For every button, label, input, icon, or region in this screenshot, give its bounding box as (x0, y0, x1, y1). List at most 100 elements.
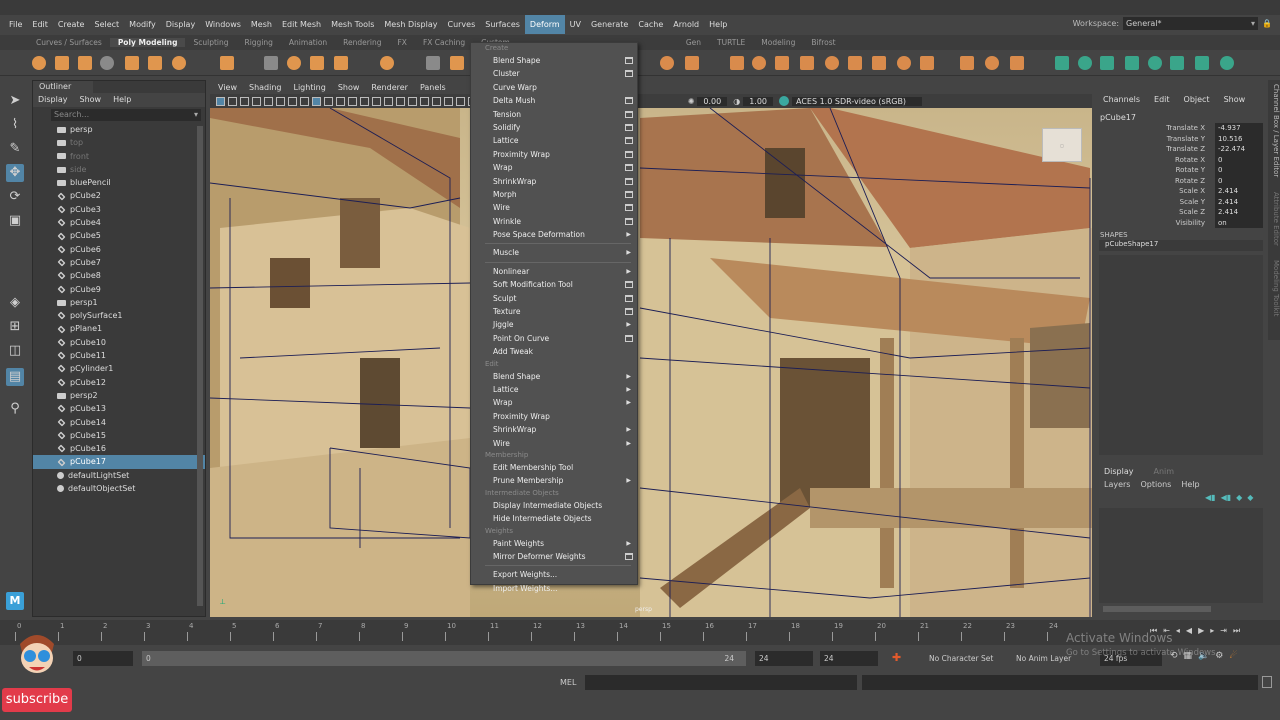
paint-select-icon[interactable]: ✎ (6, 140, 24, 158)
layer-options-icon[interactable]: ◆ (1236, 493, 1242, 502)
run-icon[interactable]: ☄ (1229, 651, 1237, 661)
channel-value-field[interactable]: on (1215, 217, 1263, 228)
outliner-item[interactable]: pCube2 (33, 189, 205, 202)
layer-tab-display[interactable]: Display (1104, 467, 1134, 476)
outliner-item[interactable]: persp2 (33, 389, 205, 402)
shelf-tool-icon[interactable] (32, 56, 46, 70)
menu-item-proximity-wrap[interactable]: Proximity Wrap (471, 148, 637, 161)
shelf-tool-icon[interactable] (825, 56, 839, 70)
shelf-tool-icon[interactable] (685, 56, 699, 70)
side-tab-channel-box-layer-editor[interactable]: Channel Box / Layer Editor (1268, 84, 1280, 177)
channel-row-visibility[interactable]: Visibility on (1095, 217, 1265, 228)
viewport-tool-icon[interactable] (252, 96, 261, 106)
outliner-item[interactable]: pCube15 (33, 429, 205, 442)
shelf-tab-bifrost[interactable]: Bifrost (803, 38, 843, 47)
channel-menu-channels[interactable]: Channels (1103, 95, 1140, 104)
outliner-item[interactable]: pCube7 (33, 256, 205, 269)
shelf-tab-modeling[interactable]: Modeling (753, 38, 803, 47)
view-cube[interactable]: ▢ (1042, 128, 1082, 162)
option-box-icon[interactable] (625, 217, 633, 225)
shelf-tool-icon[interactable] (775, 56, 789, 70)
menu-item-blend-shape[interactable]: Blend Shape ▶ (471, 370, 637, 383)
play-backward-icon[interactable]: ◀ (1186, 626, 1192, 636)
option-box-icon[interactable] (625, 177, 633, 185)
channel-row-scale-y[interactable]: Scale Y 2.414 (1095, 196, 1265, 207)
select-tool-icon[interactable]: ➤ (6, 92, 24, 110)
side-tab-attribute-editor[interactable]: Attribute Editor (1268, 192, 1280, 246)
viewport-tool-icon[interactable] (372, 96, 381, 106)
viewport-menu-lighting[interactable]: Lighting (293, 82, 325, 94)
channel-row-translate-y[interactable]: Translate Y 10.516 (1095, 133, 1265, 144)
shelf-tab-poly-modeling[interactable]: Poly Modeling (109, 38, 186, 47)
viewport-menu-view[interactable]: View (218, 82, 237, 94)
option-box-icon[interactable] (625, 204, 633, 212)
viewport-tool-icon[interactable] (384, 96, 393, 106)
menu-item-mirror-deformer-weights[interactable]: Mirror Deformer Weights (471, 550, 637, 563)
viewport-tool-icon[interactable] (444, 96, 453, 106)
option-box-icon[interactable] (625, 123, 633, 131)
shape-node[interactable]: pCubeShape17 (1099, 240, 1263, 251)
color-space-dropdown[interactable]: ACES 1.0 SDR-video (sRGB) (792, 96, 922, 106)
outliner-item[interactable]: bluePencil (33, 176, 205, 189)
outliner-item[interactable]: pCube10 (33, 336, 205, 349)
menu-arnold[interactable]: Arnold (668, 15, 704, 34)
menu-item-delta-mush[interactable]: Delta Mush (471, 94, 637, 107)
menu-edit-mesh[interactable]: Edit Mesh (277, 15, 326, 34)
outliner-item[interactable]: pPlane1 (33, 322, 205, 335)
outliner-item[interactable]: pCylinder1 (33, 362, 205, 375)
gamma-field[interactable]: 1.00 (743, 96, 773, 106)
step-forward-key-icon[interactable]: ⇥ (1220, 626, 1227, 636)
scale-tool-icon[interactable]: ▣ (6, 212, 24, 230)
viewport-tool-icon[interactable] (240, 96, 249, 106)
menu-item-solidify[interactable]: Solidify (471, 121, 637, 134)
viewport-menu-show[interactable]: Show (338, 82, 360, 94)
channel-value-field[interactable]: -22.474 (1215, 144, 1263, 155)
menu-item-paint-weights[interactable]: Paint Weights ▶ (471, 537, 637, 550)
channel-box-scrollbar[interactable] (1103, 606, 1211, 612)
new-layer-icon[interactable]: ◀▮ (1205, 493, 1216, 502)
outliner-item[interactable]: side (33, 163, 205, 176)
outliner-item[interactable]: pCube17 (33, 455, 205, 469)
shelf-tool-icon[interactable] (1055, 56, 1069, 70)
shelf-tab-sculpting[interactable]: Sculpting (185, 38, 236, 47)
channel-row-rotate-x[interactable]: Rotate X 0 (1095, 154, 1265, 165)
menu-windows[interactable]: Windows (200, 15, 246, 34)
viewport-scene[interactable]: ▢ persp ⟂ (210, 108, 1092, 617)
menu-item-nonlinear[interactable]: Nonlinear ▶ (471, 265, 637, 278)
shelf-tool-icon[interactable] (100, 56, 114, 70)
viewport-tool-icon[interactable] (336, 96, 345, 106)
option-box-icon[interactable] (625, 110, 633, 118)
menu-item-edit-membership-tool[interactable]: Edit Membership Tool (471, 461, 637, 474)
menu-select[interactable]: Select (89, 15, 124, 34)
outliner-item[interactable]: pCube4 (33, 216, 205, 229)
shelf-tool-icon[interactable] (1195, 56, 1209, 70)
shelf-tab-rigging[interactable]: Rigging (237, 38, 281, 47)
menu-deform[interactable]: Deform (524, 15, 565, 34)
channel-value-field[interactable]: -4.937 (1215, 123, 1263, 134)
outliner-menu-show[interactable]: Show (80, 93, 102, 107)
layer-menu-layers[interactable]: Layers (1104, 480, 1130, 489)
channel-menu-show[interactable]: Show (1224, 95, 1246, 104)
option-box-icon[interactable] (625, 334, 633, 342)
menu-item-shrinkwrap[interactable]: ShrinkWrap ▶ (471, 423, 637, 436)
viewport-tool-icon[interactable] (432, 96, 441, 106)
lock-icon[interactable]: 🔒 (1262, 19, 1272, 28)
menu-item-import-weights[interactable]: Import Weights... (471, 582, 637, 595)
shelf-tool-icon[interactable] (800, 56, 814, 70)
menu-item-hide-intermediate-objects[interactable]: Hide Intermediate Objects (471, 512, 637, 525)
viewport-tool-icon[interactable] (216, 96, 225, 106)
menu-generate[interactable]: Generate (586, 15, 633, 34)
layout-four-icon[interactable]: ⊞ (6, 318, 24, 336)
menu-item-add-tweak[interactable]: Add Tweak (471, 345, 637, 358)
channel-menu-edit[interactable]: Edit (1154, 95, 1170, 104)
outliner-item[interactable]: pCube3 (33, 203, 205, 216)
viewport-menu-shading[interactable]: Shading (249, 82, 282, 94)
menu-item-point-on-curve[interactable]: Point On Curve (471, 332, 637, 345)
outliner-item[interactable]: defaultLightSet (33, 469, 205, 482)
viewport-tool-icon[interactable] (324, 96, 333, 106)
search-icon[interactable]: ⚲ (6, 400, 24, 418)
menu-uv[interactable]: UV (565, 15, 586, 34)
shelf-tool-icon[interactable] (1170, 56, 1184, 70)
channel-value-field[interactable]: 2.414 (1215, 186, 1263, 197)
menu-item-lattice[interactable]: Lattice (471, 134, 637, 147)
